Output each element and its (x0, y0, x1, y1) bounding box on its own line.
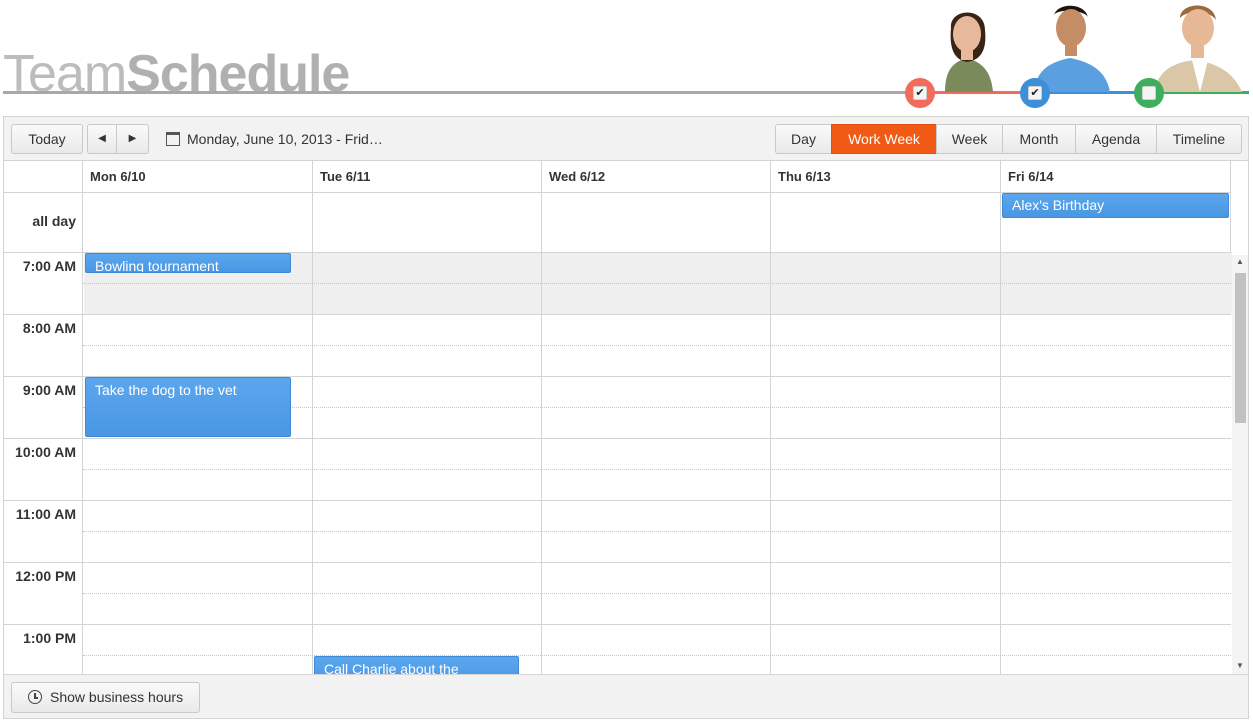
time-label-11am: 11:00 AM (15, 506, 76, 522)
scroll-up-icon[interactable]: ▲ (1232, 255, 1248, 269)
column-divider (541, 161, 542, 674)
scheduler-grid: Mon 6/10 Tue 6/11 Wed 6/12 Thu 6/13 Fri … (3, 160, 1249, 675)
day-header-fri[interactable]: Fri 6/14 (1001, 161, 1230, 192)
next-button[interactable]: ▶ (116, 124, 149, 154)
team-member-1: ✔ (905, 0, 1015, 108)
column-divider (1000, 161, 1001, 674)
checkbox-3[interactable] (1142, 86, 1156, 100)
half-hour-line (83, 593, 1231, 594)
half-hour-line (83, 283, 1231, 284)
scheduler-footer: Show business hours (3, 675, 1249, 719)
view-agenda-button[interactable]: Agenda (1075, 124, 1157, 154)
all-day-event[interactable]: Alex's Birthday (1002, 193, 1229, 218)
half-hour-line (83, 655, 1231, 656)
hour-line (4, 562, 1231, 563)
team-toggle-1[interactable]: ✔ (905, 78, 935, 108)
half-hour-line (83, 345, 1231, 346)
time-label-1pm: 1:00 PM (23, 630, 76, 646)
clock-icon (28, 690, 42, 704)
event-dog-vet[interactable]: Take the dog to the vet (85, 377, 291, 437)
today-button[interactable]: Today (11, 124, 83, 154)
show-business-hours-label: Show business hours (50, 689, 184, 705)
date-range-label: Monday, June 10, 2013 - Frid… (187, 131, 383, 147)
all-day-label: all day (32, 213, 76, 229)
time-label-9am: 9:00 AM (22, 382, 76, 398)
view-work-week-button[interactable]: Work Week (831, 124, 937, 154)
day-header-wed[interactable]: Wed 6/12 (542, 161, 770, 192)
time-label-8am: 8:00 AM (22, 320, 76, 336)
scrollbar-thumb[interactable] (1235, 273, 1246, 423)
team-member-3 (1134, 0, 1244, 108)
hour-line (4, 624, 1231, 625)
time-label-10am: 10:00 AM (15, 444, 76, 460)
view-month-button[interactable]: Month (1002, 124, 1076, 154)
half-hour-line (83, 469, 1231, 470)
app-title: TeamSchedule (3, 44, 350, 104)
team-toggle-3[interactable] (1134, 78, 1164, 108)
scroll-down-icon[interactable]: ▼ (1232, 659, 1248, 673)
event-call-charlie[interactable]: Call Charlie about the (314, 656, 519, 674)
view-day-button[interactable]: Day (775, 124, 832, 154)
view-timeline-button[interactable]: Timeline (1156, 124, 1242, 154)
hour-line (4, 438, 1231, 439)
column-divider (770, 161, 771, 674)
app-header: TeamSchedule ✔ ✔ (0, 0, 1253, 108)
day-header-tue[interactable]: Tue 6/11 (313, 161, 541, 192)
team-member-2: ✔ (1020, 0, 1130, 108)
view-week-button[interactable]: Week (936, 124, 1003, 154)
column-divider (1230, 161, 1231, 253)
column-divider (312, 161, 313, 674)
next-arrow-icon: ▶ (128, 133, 137, 144)
time-label-7am: 7:00 AM (22, 258, 76, 274)
app-title-bold: Schedule (126, 45, 350, 103)
half-hour-line (83, 531, 1231, 532)
team-toggle-2[interactable]: ✔ (1020, 78, 1050, 108)
app-title-light: Team (3, 45, 127, 103)
vertical-scrollbar[interactable]: ▲ ▼ (1232, 255, 1248, 674)
show-business-hours-button[interactable]: Show business hours (11, 682, 200, 713)
scheduler-toolbar: Today ◀ ▶ Monday, June 10, 2013 - Frid… … (3, 116, 1249, 160)
day-header-mon[interactable]: Mon 6/10 (83, 161, 312, 192)
header-rule (3, 91, 920, 94)
prev-arrow-icon: ◀ (98, 133, 106, 144)
checkbox-2[interactable]: ✔ (1028, 86, 1042, 100)
event-bowling-tournament[interactable]: Bowling tournament (85, 253, 291, 273)
hour-line (4, 314, 1231, 315)
calendar-icon (166, 132, 180, 146)
time-label-12pm: 12:00 PM (15, 568, 76, 584)
hour-line (4, 500, 1231, 501)
day-header-thu[interactable]: Thu 6/13 (771, 161, 1000, 192)
prev-button[interactable]: ◀ (87, 124, 117, 154)
checkbox-1[interactable]: ✔ (913, 86, 927, 100)
time-column-divider (82, 161, 83, 674)
date-range-picker[interactable]: Monday, June 10, 2013 - Frid… (166, 124, 383, 154)
